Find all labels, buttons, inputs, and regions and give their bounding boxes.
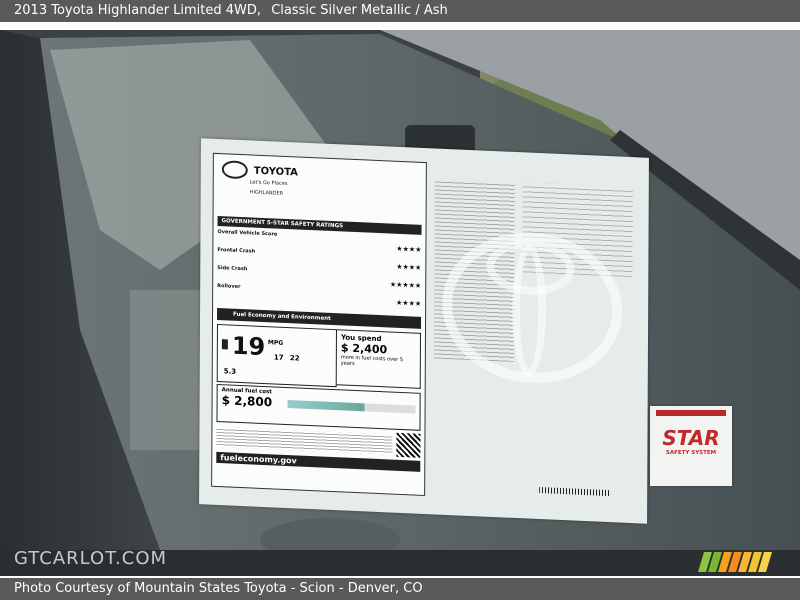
car-window-photo: TOYOTA Let's Go Places HIGHLANDER GOVERN…	[0, 30, 800, 576]
fuel-pump-icon	[221, 339, 228, 350]
brand-stripes-logo	[698, 552, 772, 572]
photo-credit-bar: Photo Courtesy of Mountain States Toyota…	[0, 578, 800, 600]
fuel-header: Fuel Economy and Environment	[233, 311, 331, 322]
highway-mpg: 22	[289, 354, 300, 363]
annual-cost-value: $ 2,800	[221, 393, 273, 410]
spend-note: more in fuel costs over 5 years	[340, 354, 404, 367]
mpg-label: MPG	[267, 339, 284, 347]
window-sticker: TOYOTA Let's Go Places HIGHLANDER GOVERN…	[199, 138, 649, 524]
star-safety-sticker: STAR SAFETY SYSTEM	[650, 406, 732, 486]
title-bar: 2013 Toyota Highlander Limited 4WD, Clas…	[0, 0, 800, 22]
toyota-logo-icon	[221, 160, 248, 180]
combined-mpg: 19	[231, 331, 266, 362]
qr-code-icon	[396, 432, 421, 458]
smog-rating-bar	[287, 400, 416, 414]
barcode-icon	[539, 487, 610, 497]
star-subtitle: SAFETY SYSTEM	[665, 450, 717, 456]
vehicle-title: 2013 Toyota Highlander Limited 4WD,	[14, 3, 262, 18]
gallons-per-100mi: 5.3	[223, 367, 237, 376]
sticker-brand: TOYOTA	[253, 165, 298, 178]
star-logo: STAR	[662, 426, 720, 450]
city-mpg: 17	[273, 353, 284, 362]
vehicle-color: Classic Silver Metallic / Ash	[271, 3, 448, 18]
gtcarlot-watermark: GTCARLOT.COM	[14, 548, 168, 569]
photo-credit: Photo Courtesy of Mountain States Toyota…	[14, 581, 423, 596]
fine-print	[216, 426, 393, 455]
